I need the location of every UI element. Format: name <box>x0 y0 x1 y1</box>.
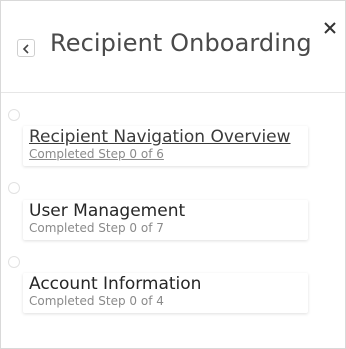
step-card-user-management[interactable]: User Management Completed Step 0 of 7 <box>23 200 308 240</box>
close-button[interactable] <box>321 20 339 38</box>
step-indicator <box>8 109 20 121</box>
step-title: Recipient Navigation Overview <box>29 127 291 147</box>
close-icon <box>323 20 337 39</box>
panel-header: Recipient Onboarding <box>1 1 345 93</box>
step-indicator <box>8 256 20 268</box>
step-card-recipient-navigation-overview[interactable]: Recipient Navigation Overview Completed … <box>23 126 308 166</box>
step-title: Account Information <box>29 274 202 294</box>
step-status: Completed Step 0 of 4 <box>29 294 164 308</box>
step-title: User Management <box>29 201 186 221</box>
onboarding-panel: Recipient Onboarding Recipient Navigatio… <box>0 0 346 349</box>
header-divider <box>1 92 345 93</box>
back-button[interactable] <box>17 39 35 57</box>
step-indicator <box>8 182 20 194</box>
step-status: Completed Step 0 of 6 <box>29 147 164 161</box>
chevron-left-icon <box>22 39 30 58</box>
step-card-account-information[interactable]: Account Information Completed Step 0 of … <box>23 273 308 313</box>
step-status: Completed Step 0 of 7 <box>29 221 164 235</box>
panel-title: Recipient Onboarding <box>50 29 312 57</box>
